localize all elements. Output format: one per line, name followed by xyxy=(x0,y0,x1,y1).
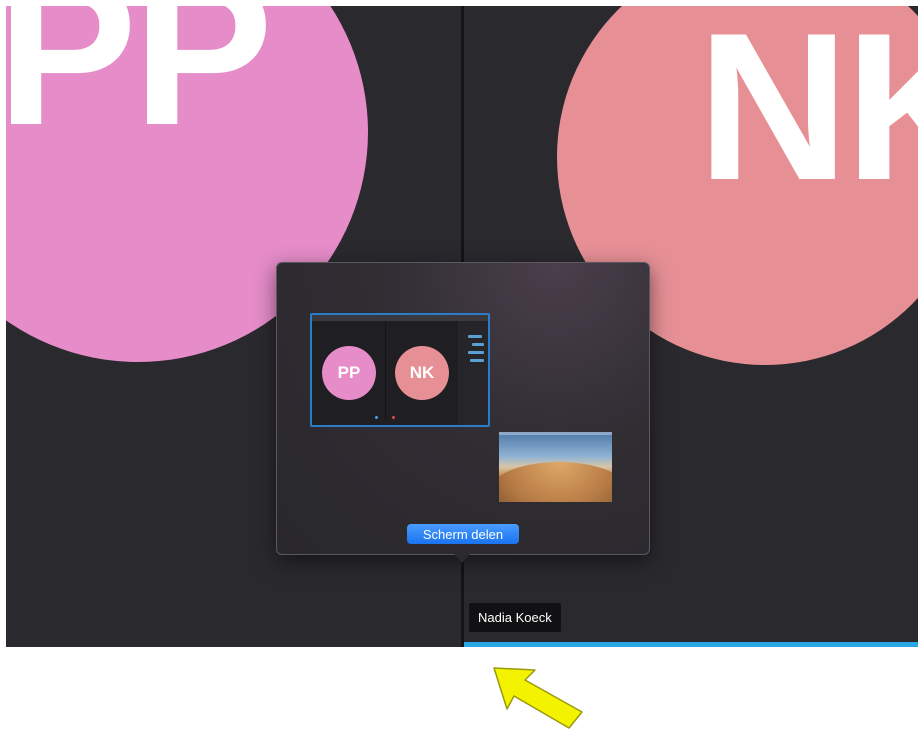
avatar: NK xyxy=(395,346,449,400)
avatar: PP xyxy=(322,346,376,400)
end-call-icon xyxy=(392,416,395,419)
share-source-desktop[interactable] xyxy=(499,432,612,502)
share-screen-popover: PP NK Scherm delen xyxy=(276,262,650,555)
share-source-window[interactable]: PP NK xyxy=(310,313,490,427)
avatar-initials: NK xyxy=(409,363,435,382)
tile-divider xyxy=(385,321,386,419)
avatar-initials: PP xyxy=(6,6,273,169)
chat-bubble xyxy=(468,351,484,354)
mute-icon xyxy=(375,416,378,419)
participant-name-label: Nadia Koeck xyxy=(469,603,561,632)
chat-sidebar xyxy=(458,321,488,425)
popover-pointer xyxy=(453,553,471,563)
chat-bubble xyxy=(468,335,482,338)
share-screen-button[interactable]: Scherm delen xyxy=(407,524,519,544)
active-speaker-bar xyxy=(464,642,918,647)
arrow-pointer-icon xyxy=(490,660,585,733)
desert-wallpaper xyxy=(499,462,612,502)
avatar-initials: PP xyxy=(337,363,361,382)
chat-bubble xyxy=(472,343,484,346)
menu-bar xyxy=(499,432,612,435)
chat-bubble xyxy=(470,359,484,362)
avatar-initials: NK xyxy=(697,6,918,224)
